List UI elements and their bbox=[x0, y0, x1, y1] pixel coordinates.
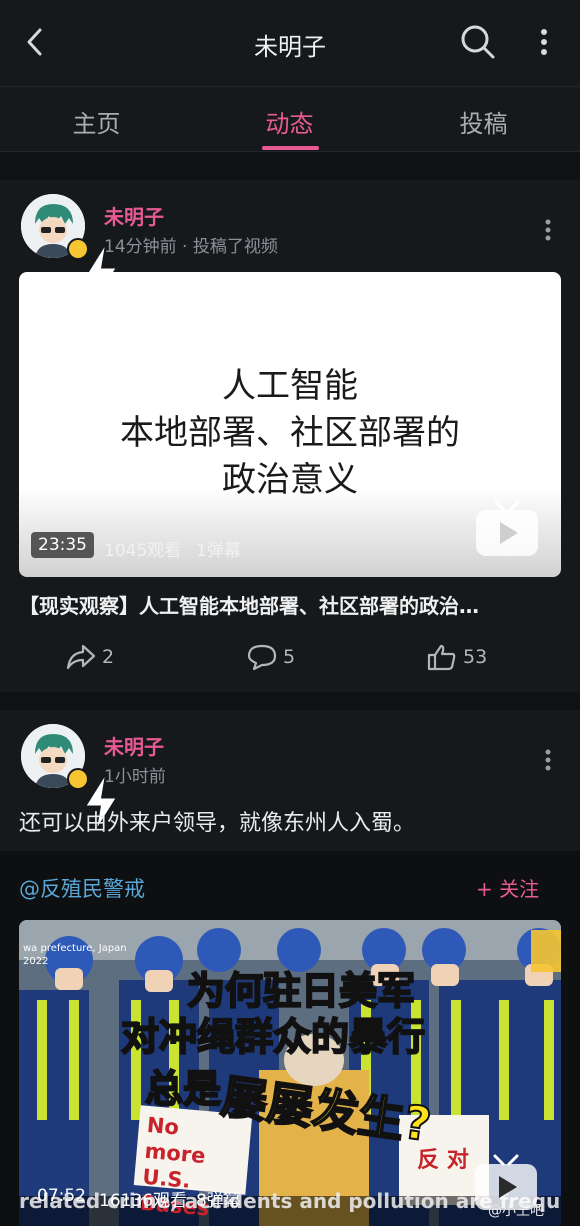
like-button[interactable]: 53 bbox=[427, 642, 487, 672]
comment-button[interactable]: 5 bbox=[247, 642, 295, 672]
more-vertical-icon bbox=[545, 749, 551, 771]
video-duration: 23:35 bbox=[31, 532, 94, 558]
search-icon bbox=[461, 25, 495, 59]
post-meta: 14分钟前 · 投稿了视频 bbox=[104, 237, 278, 257]
video-danmaku: 8弹幕 bbox=[196, 1191, 241, 1211]
thumbs-up-icon bbox=[427, 644, 456, 671]
tab-submissions[interactable]: 投稿 bbox=[387, 104, 580, 139]
avatar[interactable] bbox=[21, 724, 116, 827]
author-name[interactable]: 未明子 bbox=[104, 201, 164, 230]
thumbnail-line: 本地部署、社区部署的 bbox=[120, 413, 460, 453]
more-vertical-icon bbox=[545, 219, 551, 241]
more-options-button[interactable] bbox=[530, 24, 558, 60]
video-danmaku: 1弹幕 bbox=[196, 541, 241, 561]
video-duration: 07:52 bbox=[37, 1186, 86, 1206]
share-icon bbox=[66, 644, 96, 670]
repost-source-user[interactable]: @反殖民警戒 bbox=[19, 873, 145, 903]
search-button[interactable] bbox=[458, 22, 498, 62]
active-tab-indicator bbox=[262, 146, 319, 150]
post-text: 还可以由外来户领导，就像东州人入蜀。 bbox=[19, 811, 416, 836]
post-more-button[interactable] bbox=[538, 216, 558, 246]
like-count: 53 bbox=[463, 646, 488, 668]
repost-video-thumbnail[interactable]: No more U.S. Bases 反 对 wa prefecture, Ja… bbox=[19, 920, 561, 1226]
avatar[interactable] bbox=[21, 194, 116, 297]
caption-line: 对冲绳群众的暴行 bbox=[120, 1014, 426, 1060]
thumbnail-line: 人工智能 bbox=[222, 366, 358, 406]
tv-play-icon bbox=[474, 498, 540, 558]
top-bar: 未明子 bbox=[0, 0, 580, 86]
post-more-button[interactable] bbox=[538, 746, 558, 776]
comment-count: 5 bbox=[283, 646, 296, 668]
verified-badge-icon bbox=[67, 238, 116, 297]
share-count: 2 bbox=[102, 646, 115, 668]
post-meta: 1小时前 bbox=[104, 767, 166, 787]
verified-badge-icon bbox=[67, 768, 116, 827]
caption-line: 总是 bbox=[144, 1066, 222, 1112]
tab-dynamics[interactable]: 动态 bbox=[193, 104, 386, 139]
tab-home[interactable]: 主页 bbox=[0, 104, 193, 139]
video-views: 16136观看 bbox=[99, 1191, 188, 1211]
follow-button[interactable]: + 关注 bbox=[476, 873, 539, 902]
video-title[interactable]: 【现实观察】人工智能本地部署、社区部署的政治… bbox=[19, 590, 564, 619]
more-vertical-icon bbox=[541, 29, 547, 55]
share-button[interactable]: 2 bbox=[66, 642, 114, 672]
watermark: @小王吧 bbox=[488, 1203, 544, 1219]
video-thumbnail[interactable]: 人工智能 本地部署、社区部署的 政治意义 23:35 1045观看 1弹幕 bbox=[19, 272, 561, 577]
location-corner-text: wa prefecture, Japan 2022 bbox=[23, 943, 127, 967]
video-views: 1045观看 bbox=[104, 541, 182, 561]
tab-bar: 主页 动态 投稿 bbox=[0, 86, 580, 152]
comment-icon bbox=[247, 644, 277, 671]
author-name[interactable]: 未明子 bbox=[104, 731, 164, 760]
